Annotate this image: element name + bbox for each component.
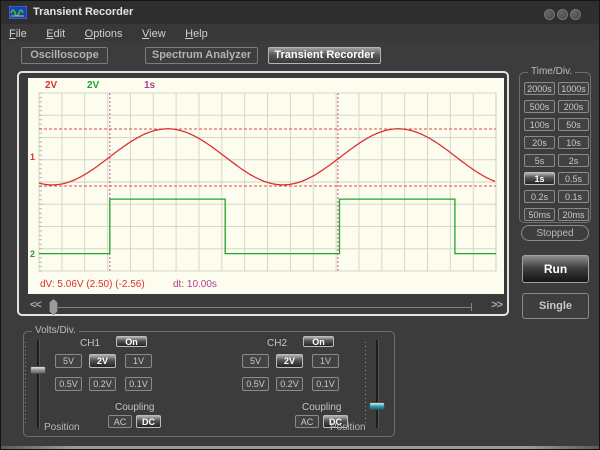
timediv-20ms-button[interactable]: 20ms	[558, 208, 589, 221]
ch2-2v-button[interactable]: 2V	[276, 354, 303, 368]
ch2-position-ticks	[365, 342, 366, 426]
ch2-5v-button[interactable]: 5V	[242, 354, 269, 368]
plot-frame: 2V 2V 1s 1 2 dV: 5.06V (2.50) (-2.56) dt…	[17, 71, 509, 316]
tab-transient-recorder[interactable]: Transient Recorder	[268, 47, 381, 64]
ch2-controls: CH2 On 5V 2V 1V 0.5V 0.2V 0.1V Coupling …	[242, 332, 372, 432]
time-scale-label: 1s	[144, 80, 155, 91]
timediv-groupbox: Time/Div. 2000s 1000s 500s 200s 100s 50s…	[519, 72, 591, 223]
waveform-display[interactable]: 2V 2V 1s 1 2 dV: 5.06V (2.50) (-2.56) dt…	[28, 78, 504, 294]
window-title: Transient Recorder	[33, 6, 133, 18]
ch2-label: CH2	[267, 338, 287, 349]
close-button[interactable]	[570, 9, 581, 20]
ch2-trace-marker: 2	[30, 249, 35, 259]
ch2-scale-label: 2V	[87, 80, 99, 91]
ch1-position-label: Position	[44, 422, 80, 433]
timediv-title: Time/Div.	[528, 66, 575, 77]
cursor-dv-readout: dV: 5.06V (2.50) (-2.56)	[40, 279, 145, 290]
timediv-0p5s-button[interactable]: 0.5s	[558, 172, 589, 185]
maximize-button[interactable]	[557, 9, 568, 20]
timediv-5s-button[interactable]: 5s	[524, 154, 555, 167]
app-window: Transient Recorder File Edit Options Vie…	[0, 0, 600, 450]
ch1-controls: CH1 On 5V 2V 1V 0.5V 0.2V 0.1V Coupling …	[55, 332, 185, 432]
ch2-position-slider[interactable]	[376, 340, 379, 428]
timediv-50s-button[interactable]: 50s	[558, 118, 589, 131]
ch1-label: CH1	[80, 338, 100, 349]
ch1-on-button[interactable]: On	[116, 336, 147, 347]
tab-oscilloscope[interactable]: Oscilloscope	[21, 47, 108, 64]
status-badge: Stopped	[521, 225, 589, 241]
title-bar: Transient Recorder	[1, 1, 599, 24]
ch1-2v-button[interactable]: 2V	[89, 354, 116, 368]
ch2-position-handle[interactable]	[369, 402, 385, 410]
menu-file[interactable]: File	[9, 28, 27, 40]
run-button[interactable]: Run	[522, 255, 589, 283]
timediv-2s-button[interactable]: 2s	[558, 154, 589, 167]
ch2-0p1v-button[interactable]: 0.1V	[312, 377, 339, 391]
ch2-position-label: Position	[330, 422, 366, 433]
menu-edit[interactable]: Edit	[46, 28, 65, 40]
ch1-coupling-label: Coupling	[115, 402, 154, 413]
ch1-position-handle[interactable]	[30, 366, 46, 374]
cursor-dt-readout: dt: 10.00s	[173, 279, 217, 290]
timediv-20s-button[interactable]: 20s	[524, 136, 555, 149]
scroll-right-button[interactable]: >>	[491, 299, 502, 311]
ch1-5v-button[interactable]: 5V	[55, 354, 82, 368]
ch2-on-button[interactable]: On	[303, 336, 334, 347]
ch2-ac-button[interactable]: AC	[295, 415, 319, 428]
ch1-position-ticks	[25, 342, 26, 426]
scroll-track[interactable]	[58, 307, 472, 308]
scroll-end-tick	[471, 303, 472, 311]
waveform-svg	[28, 78, 504, 294]
timediv-0p1s-button[interactable]: 0.1s	[558, 190, 589, 203]
ch1-position-slider[interactable]	[37, 340, 40, 428]
time-scrollbar: << >>	[28, 299, 504, 315]
ch1-trace-marker: 1	[30, 152, 35, 162]
window-controls	[544, 9, 581, 20]
timediv-100s-button[interactable]: 100s	[524, 118, 555, 131]
menu-options[interactable]: Options	[85, 28, 123, 40]
tab-spectrum-analyzer[interactable]: Spectrum Analyzer	[145, 47, 258, 64]
menu-help[interactable]: Help	[185, 28, 208, 40]
ch2-1v-button[interactable]: 1V	[312, 354, 339, 368]
scroll-handle[interactable]	[49, 299, 58, 315]
ch1-0p2v-button[interactable]: 0.2V	[89, 377, 116, 391]
ch1-0p1v-button[interactable]: 0.1V	[125, 377, 152, 391]
ch1-1v-button[interactable]: 1V	[125, 354, 152, 368]
window-bottom-edge	[1, 446, 599, 449]
ch1-dc-button[interactable]: DC	[136, 415, 161, 428]
timediv-2000s-button[interactable]: 2000s	[524, 82, 555, 95]
ch2-coupling-label: Coupling	[302, 402, 341, 413]
scroll-left-button[interactable]: <<	[30, 299, 41, 311]
app-icon	[9, 6, 27, 19]
timediv-50ms-button[interactable]: 50ms	[524, 208, 555, 221]
ch1-0p5v-button[interactable]: 0.5V	[55, 377, 82, 391]
menu-bar: File Edit Options View Help	[1, 24, 599, 41]
ch1-scale-label: 2V	[45, 80, 57, 91]
menu-view[interactable]: View	[142, 28, 166, 40]
voltsdiv-groupbox: Volts/Div. CH1 On 5V 2V 1V 0.5V 0.2V 0.1…	[23, 331, 395, 437]
single-button[interactable]: Single	[522, 293, 589, 319]
ch1-ac-button[interactable]: AC	[108, 415, 132, 428]
timediv-10s-button[interactable]: 10s	[558, 136, 589, 149]
timediv-0p2s-button[interactable]: 0.2s	[524, 190, 555, 203]
timediv-1s-button[interactable]: 1s	[524, 172, 555, 185]
timediv-500s-button[interactable]: 500s	[524, 100, 555, 113]
timediv-1000s-button[interactable]: 1000s	[558, 82, 589, 95]
minimize-button[interactable]	[544, 9, 555, 20]
timediv-200s-button[interactable]: 200s	[558, 100, 589, 113]
ch2-0p2v-button[interactable]: 0.2V	[276, 377, 303, 391]
ch2-0p5v-button[interactable]: 0.5V	[242, 377, 269, 391]
